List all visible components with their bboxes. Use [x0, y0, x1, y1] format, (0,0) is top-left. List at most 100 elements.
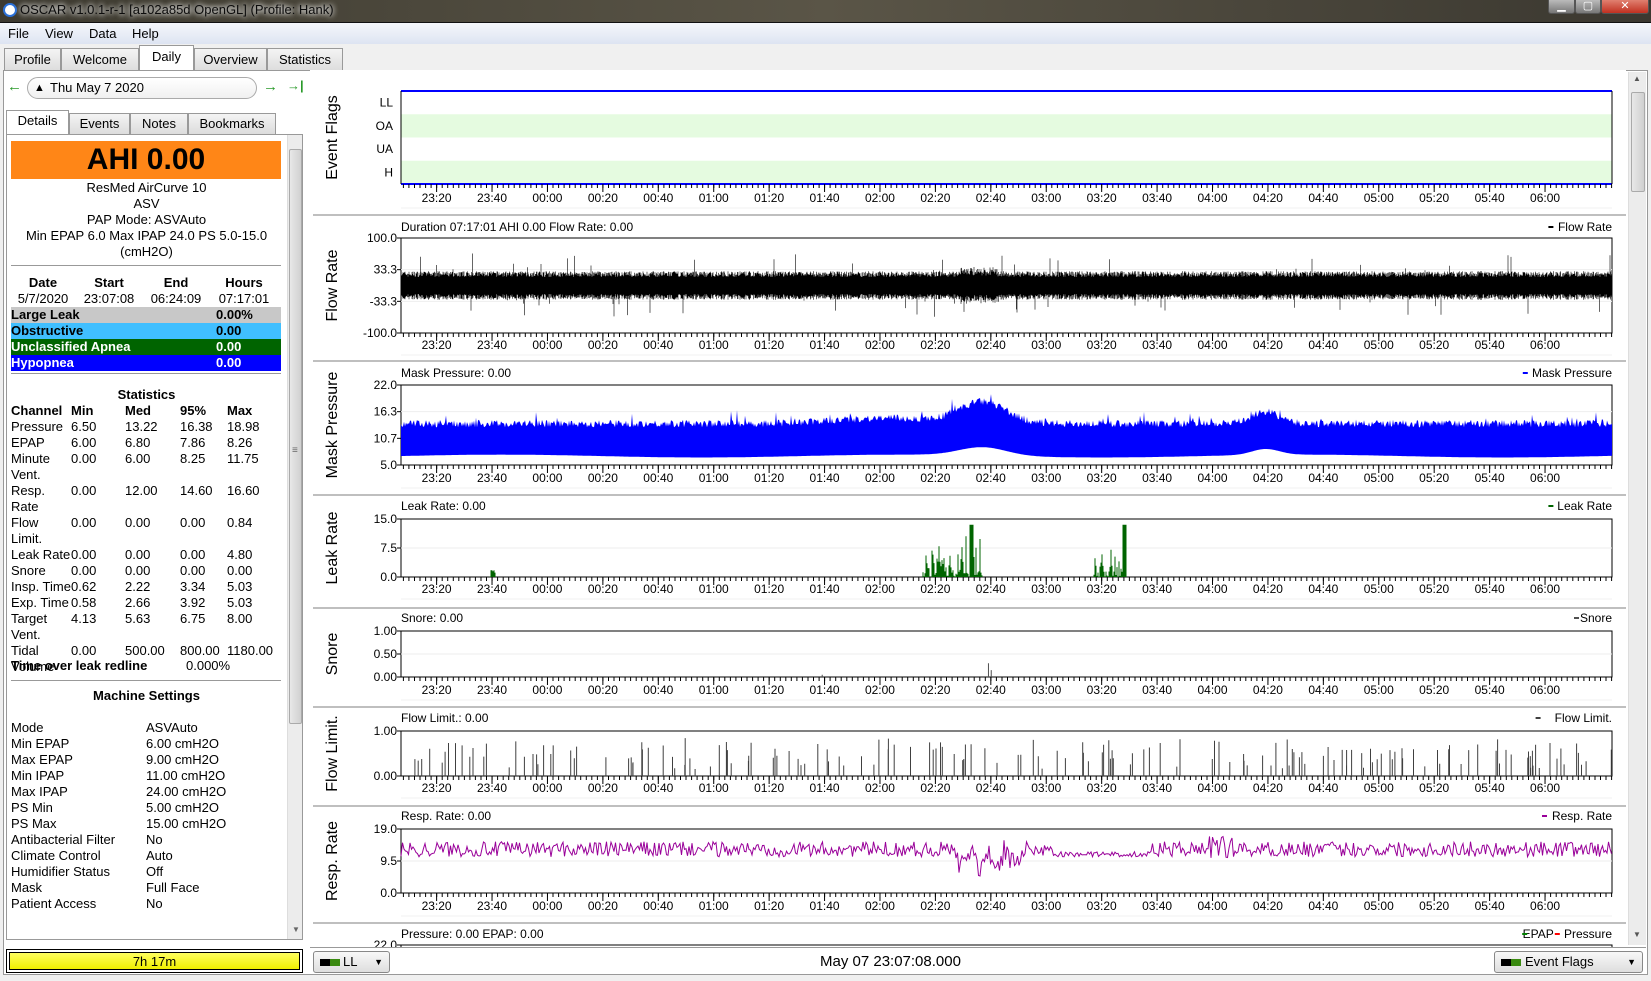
graph-visibility-dropdown[interactable]: Event Flags ▼	[1494, 951, 1643, 973]
subtab-details[interactable]: Details	[6, 110, 69, 135]
stats-cell: 3.92	[180, 595, 206, 610]
setting-name: Antibacterial Filter	[11, 832, 116, 847]
x-tick-label: 02:20	[920, 781, 950, 795]
tab-statistics[interactable]: Statistics	[267, 48, 343, 71]
y-tick-label: 100.0	[367, 231, 397, 245]
subtab-bookmarks[interactable]: Bookmarks	[188, 113, 276, 134]
menu-file[interactable]: File	[8, 26, 29, 41]
menu-view[interactable]: View	[45, 26, 73, 41]
subtab-events[interactable]: Events	[69, 113, 130, 134]
x-tick-label: 03:40	[1142, 582, 1172, 596]
x-tick-label: 04:00	[1197, 781, 1227, 795]
setting-name: Climate Control	[11, 848, 101, 863]
x-tick-label: 00:40	[643, 899, 673, 913]
setting-value: 24.00 cmH2O	[146, 784, 227, 799]
x-tick-label: 04:40	[1308, 338, 1338, 352]
x-tick-label: 01:20	[754, 338, 784, 352]
x-tick-label: 03:40	[1142, 899, 1172, 913]
x-tick-label: 00:20	[588, 582, 618, 596]
dropdown-value: Event Flags	[1525, 954, 1594, 969]
maximize-button[interactable]: ▢	[1575, 0, 1601, 14]
stats-cell: 0.00	[180, 563, 206, 578]
x-tick-label: 00:20	[588, 191, 618, 205]
app-icon	[3, 3, 17, 17]
setting-name: PS Min	[11, 800, 53, 815]
x-tick-label: 05:40	[1475, 471, 1505, 485]
x-tick-label: 05:40	[1475, 338, 1505, 352]
tab-welcome[interactable]: Welcome	[61, 48, 139, 71]
scroll-down-icon[interactable]: ▼	[292, 925, 300, 934]
y-tick-label: 0.0	[380, 886, 397, 900]
y-tick-label: 10.7	[374, 431, 398, 445]
stats-cell: 6.00	[125, 451, 151, 466]
scroll-down-icon[interactable]: ▼	[1633, 930, 1641, 939]
x-tick-label: 04:40	[1308, 899, 1338, 913]
session-end: 06:24:09	[150, 291, 202, 306]
event-name: Hypopnea	[11, 355, 74, 370]
x-tick-label: 03:40	[1142, 191, 1172, 205]
next-day-button[interactable]: →	[263, 78, 278, 95]
x-tick-label: 04:40	[1308, 471, 1338, 485]
graph-title: Flow Limit.: 0.00	[401, 711, 489, 725]
last-day-button[interactable]: →|	[287, 78, 304, 93]
graphs-canvas[interactable]: Event Flags LL OA UA H 23:20 23:40 00:00 00:20 00…	[310, 70, 1626, 947]
x-tick-label: 02:40	[976, 899, 1006, 913]
close-button[interactable]: ✕	[1601, 0, 1649, 14]
leak-rate-trace	[489, 524, 1127, 577]
stats-row: EPAP 6.00 6.80 7.86 8.26	[11, 435, 283, 451]
calendar-toggle-icon[interactable]: ▲	[34, 78, 45, 98]
pressure-units: (cmH2O)	[120, 244, 173, 259]
minimize-button[interactable]: ▁	[1548, 0, 1575, 14]
stats-cell: 14.60	[180, 483, 213, 498]
menu-data[interactable]: Data	[89, 26, 116, 41]
x-tick-label: 02:40	[976, 582, 1006, 596]
y-tick-label: 33.3	[374, 263, 398, 277]
x-tick-label: 03:00	[1031, 471, 1061, 485]
duration-bar: 7h 17m	[6, 949, 303, 973]
stats-cell: 13.22	[125, 419, 158, 434]
x-tick-label: 02:20	[920, 471, 950, 485]
scrollbar-thumb[interactable]	[1631, 92, 1645, 192]
setting-name: Min EPAP	[11, 736, 70, 751]
x-tick-label: 23:40	[477, 191, 507, 205]
setting-row: Mask Full Face	[11, 880, 283, 896]
tab-profile[interactable]: Profile	[4, 48, 61, 71]
tab-daily[interactable]: Daily	[139, 45, 194, 71]
stats-cell: 5.03	[227, 579, 253, 594]
date-picker[interactable]: ▲ Thu May 7 2020	[27, 77, 257, 99]
x-tick-label: 03:00	[1031, 899, 1061, 913]
cursor-time: May 07 23:07:08.000	[820, 953, 961, 970]
y-tick-label: 1.00	[374, 724, 398, 738]
y-tick-label: 0.0	[380, 570, 397, 584]
x-tick-label: 01:40	[810, 899, 840, 913]
x-tick-label: 23:40	[477, 899, 507, 913]
x-tick-label: 01:20	[754, 582, 784, 596]
stats-cell: 16.60	[227, 483, 260, 498]
event-value: 0.00	[216, 355, 242, 370]
x-tick-label: 00:40	[643, 781, 673, 795]
subtab-notes[interactable]: Notes	[130, 113, 188, 134]
scrollbar-thumb[interactable]	[289, 149, 302, 724]
menu-help[interactable]: Help	[132, 26, 159, 41]
x-tick-label: 02:40	[976, 471, 1006, 485]
x-tick-label: 23:20	[422, 899, 452, 913]
stats-cell: 18.98	[227, 419, 260, 434]
x-tick-label: 23:20	[422, 781, 452, 795]
x-tick-label: 04:00	[1197, 471, 1227, 485]
graph-scrollbar[interactable]: ▲ ▼	[1628, 72, 1646, 945]
stats-cell: 0.00	[71, 515, 97, 530]
session-header: Date Start End Hours	[11, 275, 283, 291]
previous-day-button[interactable]: ←	[7, 78, 22, 95]
stats-cell: Insp. Time	[11, 579, 71, 594]
setting-value: Full Face	[146, 880, 200, 895]
x-tick-label: 06:00	[1530, 471, 1560, 485]
tab-overview[interactable]: Overview	[194, 48, 267, 71]
x-tick-label: 05:40	[1475, 582, 1505, 596]
stats-cell: 5.03	[227, 595, 253, 610]
x-tick-label: 00:00	[532, 582, 562, 596]
details-scrollbar[interactable]: ≡ ▼	[287, 135, 302, 939]
event-type-dropdown[interactable]: LL ▼	[313, 951, 390, 973]
scroll-up-icon[interactable]: ▲	[1633, 74, 1641, 83]
event-summary-row: Obstructive 0.00	[11, 323, 281, 339]
graph-area[interactable]: Event Flags LL OA UA H 23:20 23:40 00:00 00:20 00…	[310, 70, 1626, 947]
